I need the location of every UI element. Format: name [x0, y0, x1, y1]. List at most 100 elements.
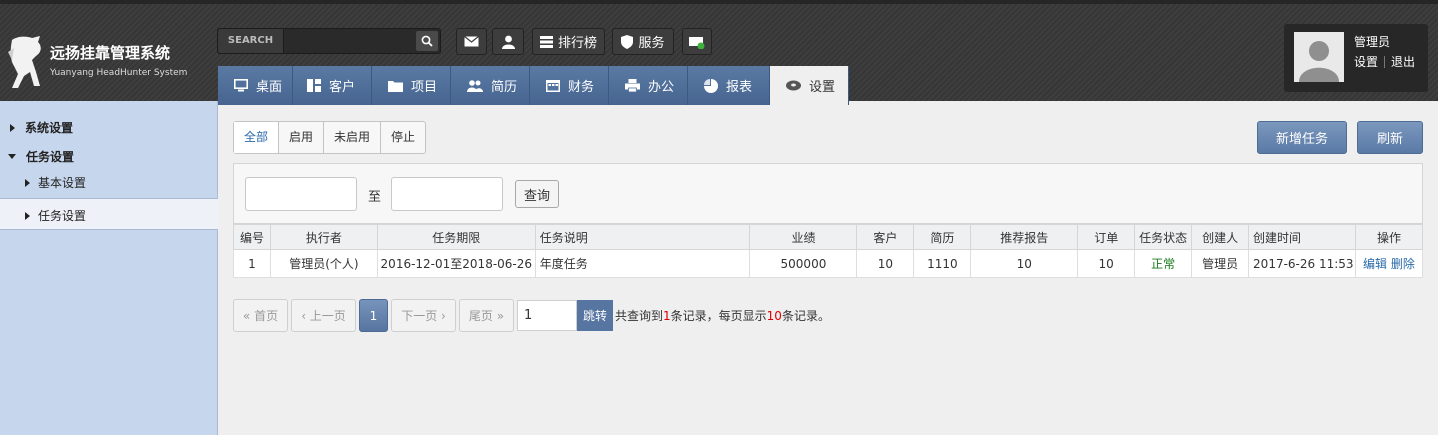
tab-desktop[interactable]: 桌面 — [218, 66, 293, 105]
current-page-button[interactable]: 1 — [359, 299, 388, 332]
user-links: 设置 退出 — [1354, 53, 1415, 70]
col-performance: 业绩 — [749, 224, 858, 250]
service-label: 服务 — [638, 36, 665, 51]
sidebar-item-label: 任务设置 — [26, 150, 75, 164]
col-orders: 订单 — [1077, 224, 1136, 250]
pagination-info: 共查询到1条记录，每页显示10条记录。 — [615, 307, 830, 324]
sidebar-item-basic-settings[interactable]: 基本设置 — [25, 174, 86, 191]
sidebar-item-task-settings[interactable]: 任务设置 — [25, 207, 86, 224]
ranking-label: 排行榜 — [557, 36, 597, 51]
delete-link[interactable]: 删除 — [1391, 257, 1415, 271]
query-button[interactable]: 查询 — [515, 180, 559, 208]
pie-icon — [704, 78, 718, 93]
cell-reports: 10 — [970, 249, 1079, 278]
table-header-row: 编号 执行者 任务期限 任务说明 业绩 客户 简历 推荐报告 订单 任务状态 创… — [233, 224, 1424, 250]
start-date-input[interactable] — [245, 177, 357, 211]
list-icon — [539, 35, 553, 48]
cell-created-time: 2017-6-26 11:53 — [1248, 249, 1356, 278]
sidebar-item-label: 基本设置 — [38, 176, 87, 190]
cell-customers: 10 — [856, 249, 915, 278]
cell-id: 1 — [233, 249, 271, 278]
app-title: 远扬挂靠管理系统 — [50, 44, 171, 62]
user-settings-link[interactable]: 设置 — [1354, 53, 1378, 70]
col-id: 编号 — [233, 224, 271, 250]
tab-office-label: 办公 — [648, 80, 675, 95]
edit-link[interactable]: 编辑 — [1363, 257, 1387, 271]
app-logo[interactable]: 远扬挂靠管理系统 Yuanyang HeadHunter System — [6, 32, 211, 94]
top-header: 远扬挂靠管理系统 Yuanyang HeadHunter System SEAR… — [0, 0, 1438, 105]
caret-down-icon — [8, 154, 16, 159]
main-content: 全部 启用 未启用 停止 新增任务 刷新 至 查询 编号 执行者 任务期限 任务… — [218, 101, 1438, 435]
sidebar: 系统设置 任务设置 基本设置 任务设置 — [0, 101, 218, 435]
tab-report[interactable]: 报表 — [688, 66, 770, 105]
search-button[interactable] — [416, 31, 438, 51]
tab-customer-label: 客户 — [329, 80, 356, 95]
tab-resume[interactable]: 简历 — [451, 66, 530, 105]
filter-all[interactable]: 全部 — [234, 122, 280, 153]
tab-report-label: 报表 — [726, 80, 753, 95]
tab-settings[interactable]: 设置 — [770, 66, 849, 105]
prev-page-button[interactable]: ‹ 上一页 — [291, 299, 356, 332]
last-page-button[interactable]: 尾页 » — [459, 299, 514, 332]
folder-icon — [388, 80, 403, 92]
search-input[interactable] — [286, 31, 414, 51]
date-separator: 至 — [368, 190, 382, 205]
info-prefix: 共查询到 — [615, 309, 664, 323]
sidebar-item-system-settings[interactable]: 系统设置 — [10, 119, 73, 136]
customer-icon — [307, 79, 321, 92]
calendar-icon — [546, 79, 560, 92]
mail-button[interactable] — [456, 28, 487, 55]
tab-project[interactable]: 项目 — [372, 66, 451, 105]
money-icon — [689, 36, 705, 49]
ranking-button[interactable]: 排行榜 — [532, 28, 605, 55]
shield-icon — [621, 34, 634, 49]
status-filter: 全部 启用 未启用 停止 — [233, 121, 427, 154]
cell-actions: 编辑 删除 — [1354, 249, 1424, 278]
col-actions: 操作 — [1354, 224, 1424, 250]
tab-customer[interactable]: 客户 — [293, 66, 372, 105]
per-page-count: 10 — [766, 309, 782, 323]
sidebar-item-label: 系统设置 — [25, 121, 74, 135]
logout-link[interactable]: 退出 — [1391, 53, 1415, 70]
tab-finance[interactable]: 财务 — [530, 66, 609, 105]
cell-performance: 500000 — [749, 249, 858, 278]
end-date-input[interactable] — [391, 177, 503, 211]
tab-resume-label: 简历 — [491, 80, 518, 95]
tab-office[interactable]: 办公 — [609, 66, 688, 105]
sidebar-item-label: 任务设置 — [38, 209, 87, 223]
filter-stopped[interactable]: 停止 — [381, 122, 425, 153]
cell-description: 年度任务 — [534, 249, 751, 278]
tab-project-label: 项目 — [411, 80, 438, 95]
refresh-button[interactable]: 刷新 — [1357, 121, 1423, 154]
avatar[interactable] — [1294, 32, 1344, 82]
next-page-button[interactable]: 下一页 › — [391, 299, 456, 332]
info-middle: 条记录，每页显示 — [670, 309, 767, 323]
user-icon — [501, 35, 515, 49]
add-task-button[interactable]: 新增任务 — [1257, 121, 1347, 154]
filter-enabled[interactable]: 启用 — [279, 122, 325, 153]
jump-button[interactable]: 跳转 — [577, 300, 613, 331]
settings-icon — [786, 80, 801, 91]
cell-resumes: 1110 — [913, 249, 972, 278]
service-button[interactable]: 服务 — [612, 28, 674, 55]
printer-icon — [625, 79, 640, 92]
avatar-icon — [1299, 41, 1339, 82]
page-number-input[interactable]: 1 — [517, 300, 577, 331]
profile-button[interactable] — [492, 28, 524, 55]
first-page-button[interactable]: « 首页 — [233, 299, 288, 332]
tab-settings-label: 设置 — [809, 80, 836, 95]
cell-status: 正常 — [1134, 249, 1193, 278]
horse-logo-icon — [8, 36, 41, 88]
col-period: 任务期限 — [376, 224, 536, 250]
col-creator: 创建人 — [1191, 224, 1250, 250]
table-row: 1 管理员(个人) 2016-12-01至2018-06-26 年度任务 500… — [233, 249, 1424, 278]
main-nav: 桌面 客户 项目 简历 财务 办公 报表 设置 — [218, 66, 849, 105]
sidebar-item-task-settings-group[interactable]: 任务设置 — [8, 148, 74, 165]
filter-disabled[interactable]: 未启用 — [324, 122, 382, 153]
app-subtitle: Yuanyang HeadHunter System — [50, 68, 188, 78]
col-reports: 推荐报告 — [970, 224, 1079, 250]
cell-period: 2016-12-01至2018-06-26 — [376, 249, 536, 278]
cash-button[interactable] — [682, 28, 712, 55]
task-table: 编号 执行者 任务期限 任务说明 业绩 客户 简历 推荐报告 订单 任务状态 创… — [233, 224, 1424, 278]
pagination: « 首页 ‹ 上一页 1 下一页 › 尾页 » 1 跳转 共查询到1条记录，每页… — [233, 299, 830, 332]
